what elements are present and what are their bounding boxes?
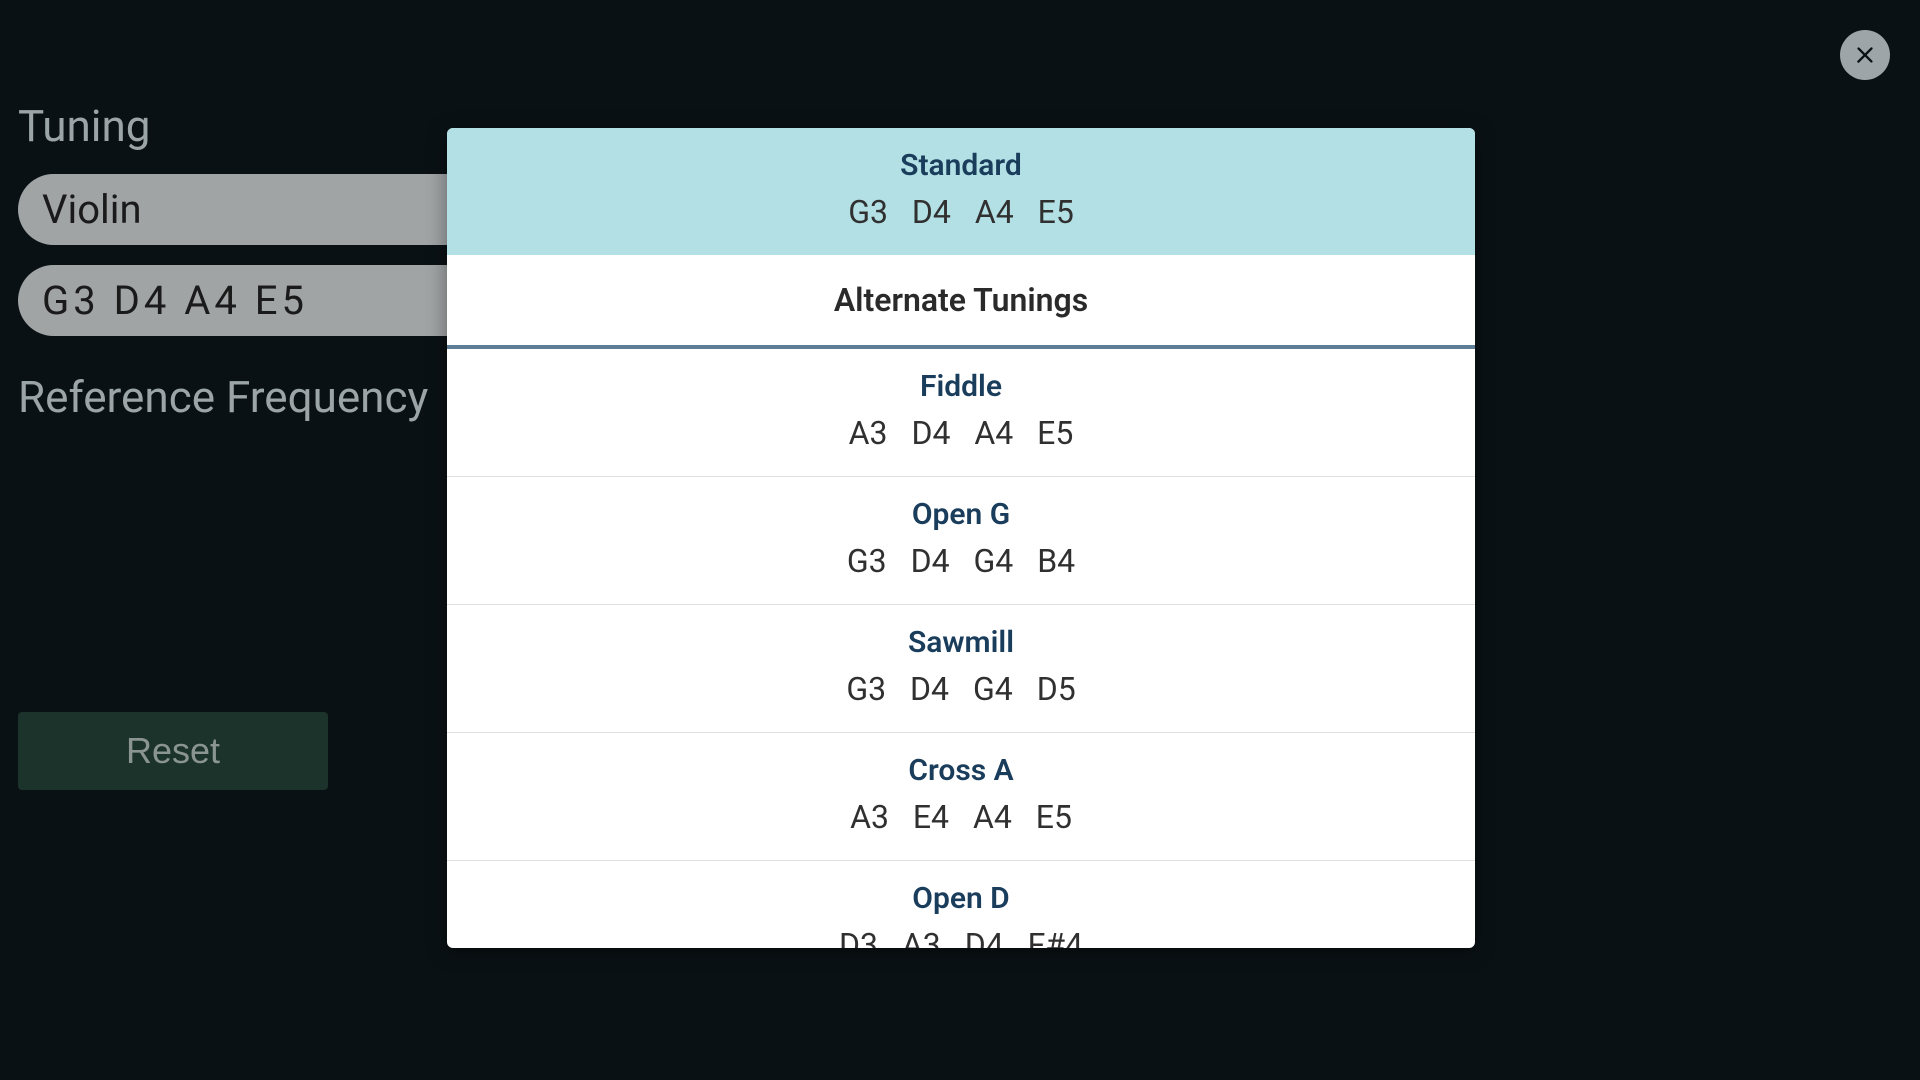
tuning-option-notes: G3 D4 G4 B4	[447, 542, 1475, 580]
tuning-option-name: Sawmill	[447, 625, 1475, 660]
alternate-tunings-header: Alternate Tunings	[447, 255, 1475, 349]
instrument-value: Violin	[42, 186, 142, 233]
reset-button[interactable]: Reset	[18, 712, 328, 790]
instrument-selector[interactable]: Violin	[18, 174, 508, 245]
tuning-option-notes: G3 D4 A4 E5	[447, 193, 1475, 231]
tuning-option-name: Fiddle	[447, 369, 1475, 404]
tuning-option-name: Standard	[447, 148, 1475, 183]
tuning-option-notes: D3 A3 D4 F#4	[447, 926, 1475, 948]
tuning-option-open-d[interactable]: Open D D3 A3 D4 F#4	[447, 861, 1475, 948]
tuning-option-fiddle[interactable]: Fiddle A3 D4 A4 E5	[447, 349, 1475, 477]
tuning-option-name: Open D	[447, 881, 1475, 916]
close-button[interactable]	[1840, 30, 1890, 80]
tuning-option-notes: A3 D4 A4 E5	[447, 414, 1475, 452]
tuning-option-name: Cross A	[447, 753, 1475, 788]
alternate-tunings-list: Fiddle A3 D4 A4 E5 Open G G3 D4 G4 B4 Sa…	[447, 349, 1475, 948]
tuning-option-cross-a[interactable]: Cross A A3 E4 A4 E5	[447, 733, 1475, 861]
tuning-option-notes: G3 D4 G4 D5	[447, 670, 1475, 708]
tuning-option-notes: A3 E4 A4 E5	[447, 798, 1475, 836]
tuning-option-name: Open G	[447, 497, 1475, 532]
tuning-selection-modal: Standard G3 D4 A4 E5 Alternate Tunings F…	[447, 128, 1475, 948]
tuning-notes-selector[interactable]: G3 D4 A4 E5	[18, 265, 508, 336]
tuning-option-sawmill[interactable]: Sawmill G3 D4 G4 D5	[447, 605, 1475, 733]
tuning-option-open-g[interactable]: Open G G3 D4 G4 B4	[447, 477, 1475, 605]
tuning-option-standard[interactable]: Standard G3 D4 A4 E5	[447, 128, 1475, 255]
close-icon	[1851, 41, 1879, 69]
tuning-notes-value: G3 D4 A4 E5	[42, 277, 308, 324]
